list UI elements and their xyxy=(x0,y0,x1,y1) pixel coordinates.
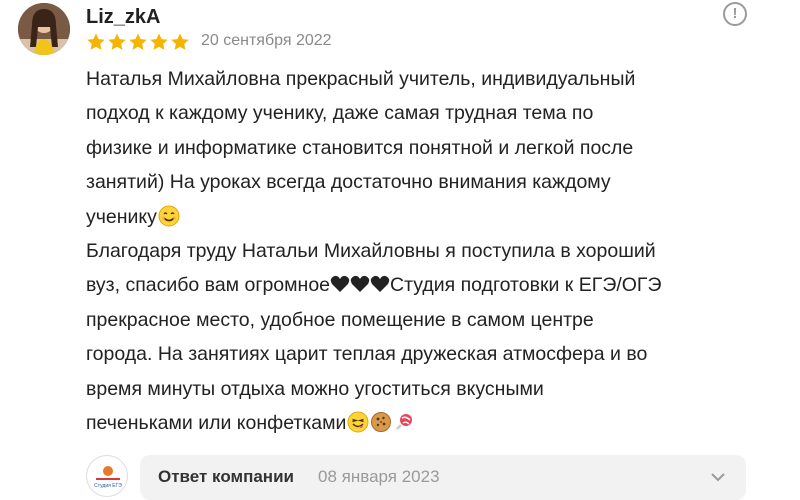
review-text: Наталья Михайловна прекрасный учитель, и… xyxy=(86,62,751,440)
review-date: 20 сентября 2022 xyxy=(201,32,332,49)
company-reply-label: Ответ компании xyxy=(158,467,294,486)
company-reply-date: 08 января 2023 xyxy=(318,467,440,486)
review-line: время минуты отдыха можно угоститься вку… xyxy=(86,377,544,400)
black-heart-icon xyxy=(370,276,390,293)
company-logo-text: Студия ЕГЭ xyxy=(94,483,122,489)
star-icon xyxy=(87,33,105,50)
review-line: подход к каждому ученику, даже самая тру… xyxy=(86,102,594,125)
star-icon xyxy=(150,33,168,50)
author-name[interactable]: Liz_zkA xyxy=(86,6,160,29)
review-line-text: Студия подготовки к ЕГЭ/ОГЭ xyxy=(390,274,662,297)
rating-stars xyxy=(86,32,190,52)
star-icon xyxy=(129,33,147,50)
review-line: прекрасное место, удобное помещение в са… xyxy=(86,308,594,331)
info-circle-icon[interactable]: ! xyxy=(723,2,747,26)
review-line: вуз, спасибо вам огромное Студия подготов… xyxy=(86,268,751,302)
review-line: Благодаря труду Натальи Михайловны я пос… xyxy=(86,240,656,263)
review-line: печеньками или конфетками xyxy=(86,406,751,440)
cookie-icon xyxy=(371,412,392,433)
black-heart-icon xyxy=(330,276,350,293)
smile-emoji-icon xyxy=(158,205,180,227)
chevron-down-icon xyxy=(711,473,725,482)
star-icon xyxy=(171,33,189,50)
review-line: Наталья Михайловна прекрасный учитель, и… xyxy=(86,68,636,90)
review-line-text: вуз, спасибо вам огромное xyxy=(86,274,331,297)
review-line: города. На занятиях царит теплая дружеск… xyxy=(86,343,648,366)
black-heart-icon xyxy=(350,276,370,293)
yum-emoji-icon xyxy=(347,411,369,433)
review-line: ученику xyxy=(86,200,751,234)
author-avatar[interactable] xyxy=(18,3,70,55)
star-icon xyxy=(108,33,126,50)
review-line-text: печеньками или конфетками xyxy=(86,412,347,435)
review-line-text: ученику xyxy=(86,205,157,228)
review-line: физике и информатике становится понятной… xyxy=(86,136,634,159)
candy-icon xyxy=(396,414,413,430)
review-line: занятий) На уроках всегда достаточно вни… xyxy=(86,171,611,194)
company-reply-toggle[interactable]: Ответ компании 08 января 2023 xyxy=(140,455,746,500)
